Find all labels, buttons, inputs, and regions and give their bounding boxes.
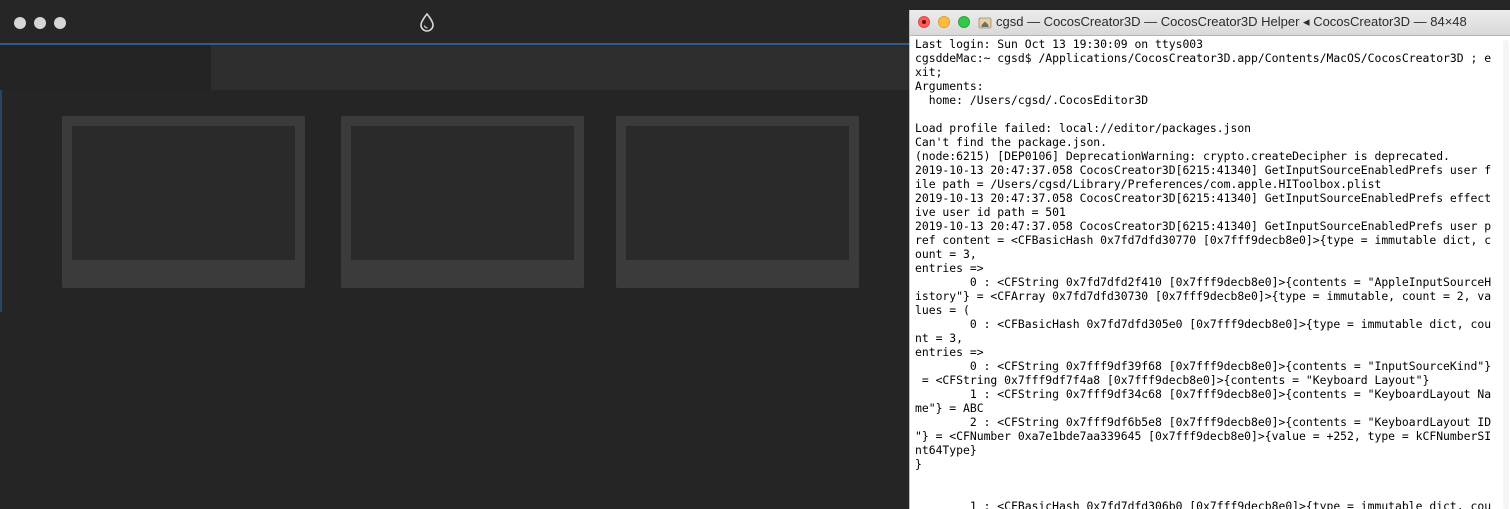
terminal-line: = <CFString 0x7fff9df7f4a8 [0x7fff9decb8… bbox=[915, 373, 1430, 387]
minimize-window-button[interactable] bbox=[34, 17, 46, 29]
drop-icon bbox=[420, 12, 434, 32]
zoom-window-button[interactable] bbox=[958, 16, 970, 28]
terminal-line: ive user id path = 501 bbox=[915, 205, 1066, 219]
template-card[interactable] bbox=[616, 116, 859, 288]
terminal-titlebar[interactable]: cgsd — CocosCreator3D — CocosCreator3D H… bbox=[910, 10, 1510, 36]
zoom-window-button[interactable] bbox=[54, 17, 66, 29]
cocos-editor-window bbox=[0, 0, 910, 509]
template-thumbnail bbox=[626, 126, 849, 260]
terminal-line: xit; bbox=[915, 65, 943, 79]
terminal-line: istory"} = <CFArray 0x7fd7dfd30730 [0x7f… bbox=[915, 289, 1492, 303]
terminal-line: 2019-10-13 20:47:37.058 CocosCreator3D[6… bbox=[915, 191, 1492, 205]
terminal-line: lues = ( bbox=[915, 303, 970, 317]
terminal-line: me"} = ABC bbox=[915, 401, 984, 415]
terminal-line: (node:6215) [DEP0106] DeprecationWarning… bbox=[915, 149, 1450, 163]
terminal-line: 0 : <CFBasicHash 0x7fd7dfd305e0 [0x7fff9… bbox=[915, 317, 1492, 331]
editor-left-border bbox=[0, 90, 2, 312]
terminal-output[interactable]: Last login: Sun Oct 13 19:30:09 on ttys0… bbox=[915, 37, 1501, 509]
minimize-window-button[interactable] bbox=[938, 16, 950, 28]
terminal-window: cgsd — CocosCreator3D — CocosCreator3D H… bbox=[909, 10, 1510, 509]
screen: cgsd — CocosCreator3D — CocosCreator3D H… bbox=[0, 0, 1510, 509]
terminal-line: ref content = <CFBasicHash 0x7fd7dfd3077… bbox=[915, 233, 1492, 247]
terminal-line: entries => bbox=[915, 345, 984, 359]
editor-titlebar[interactable] bbox=[0, 0, 910, 45]
terminal-line: 2 : <CFString 0x7fff9df6b5e8 [0x7fff9dec… bbox=[915, 415, 1492, 429]
terminal-line: Arguments: bbox=[915, 79, 984, 93]
terminal-line: Can't find the package.json. bbox=[915, 135, 1108, 149]
template-thumbnail bbox=[72, 126, 295, 260]
terminal-line: Load profile failed: local://editor/pack… bbox=[915, 121, 1252, 135]
terminal-line: home: /Users/cgsd/.CocosEditor3D bbox=[915, 93, 1149, 107]
template-thumbnail bbox=[351, 126, 574, 260]
editor-toolbar bbox=[211, 45, 910, 90]
terminal-line: } bbox=[915, 457, 922, 471]
terminal-line: nt = 3, bbox=[915, 331, 964, 345]
scrollbar[interactable] bbox=[1503, 40, 1509, 509]
terminal-line: Last login: Sun Oct 13 19:30:09 on ttys0… bbox=[915, 37, 1204, 51]
terminal-line: 1 : <CFBasicHash 0x7fd7dfd306b0 [0x7fff9… bbox=[915, 499, 1492, 509]
terminal-line: 0 : <CFString 0x7fd7dfd2f410 [0x7fff9dec… bbox=[915, 275, 1492, 289]
terminal-line: entries => bbox=[915, 261, 984, 275]
terminal-line: cgsddeMac:~ cgsd$ /Applications/CocosCre… bbox=[915, 51, 1492, 65]
home-folder-icon bbox=[978, 17, 992, 29]
terminal-line: nt64Type} bbox=[915, 443, 977, 457]
template-card[interactable] bbox=[341, 116, 584, 288]
terminal-line: 0 : <CFString 0x7fff9df39f68 [0x7fff9dec… bbox=[915, 359, 1492, 373]
terminal-line: ount = 3, bbox=[915, 247, 977, 261]
close-window-button[interactable] bbox=[14, 17, 26, 29]
terminal-title: cgsd — CocosCreator3D — CocosCreator3D H… bbox=[996, 14, 1467, 29]
editor-side-panel bbox=[0, 45, 211, 90]
terminal-line: ile path = /Users/cgsd/Library/Preferenc… bbox=[915, 177, 1382, 191]
template-card[interactable] bbox=[62, 116, 305, 288]
close-window-button[interactable] bbox=[918, 16, 930, 28]
terminal-line: 2019-10-13 20:47:37.058 CocosCreator3D[6… bbox=[915, 219, 1492, 233]
terminal-line: 1 : <CFString 0x7fff9df34c68 [0x7fff9dec… bbox=[915, 387, 1492, 401]
terminal-line: "} = <CFNumber 0xa7e1bde7aa339645 [0x7ff… bbox=[915, 429, 1492, 443]
terminal-line: 2019-10-13 20:47:37.058 CocosCreator3D[6… bbox=[915, 163, 1492, 177]
